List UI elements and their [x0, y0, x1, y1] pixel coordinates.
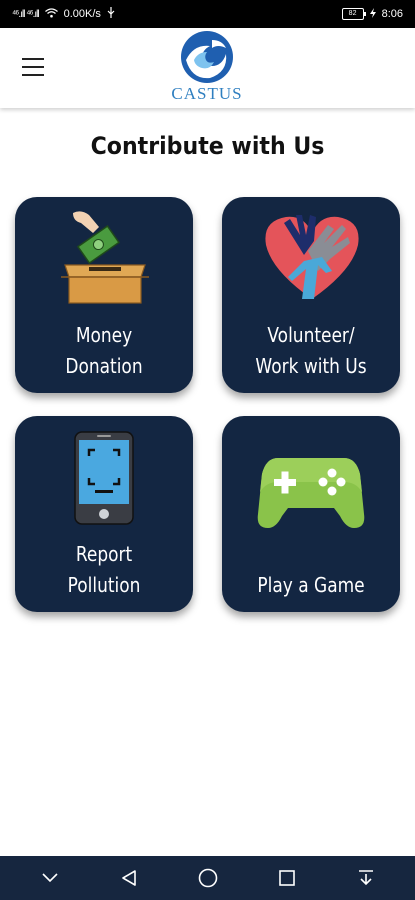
cash-donation-box-icon — [61, 211, 149, 304]
game-label: Play a Game — [257, 573, 365, 597]
volunteer-label-line2: Work with Us — [255, 354, 367, 378]
logo-text: CASTUS — [171, 84, 243, 103]
clock: 8:06 — [381, 8, 403, 20]
wifi-icon — [44, 7, 58, 21]
phone-scan-icon — [74, 431, 134, 525]
money-label-line1: Money — [75, 323, 133, 347]
report-label-line2: Pollution — [67, 573, 141, 597]
report-pollution-card[interactable]: Report Pollution — [15, 416, 193, 612]
hamburger-menu-icon[interactable] — [22, 58, 44, 76]
page-title: Contribute with Us — [90, 132, 325, 160]
volunteer-card[interactable]: Volunteer/ Work with Us — [222, 197, 400, 393]
money-label-line2: Donation — [65, 354, 143, 378]
usb-icon — [107, 7, 115, 21]
heart-hands-icon — [265, 215, 359, 299]
back-icon[interactable] — [114, 863, 144, 893]
home-icon[interactable] — [193, 863, 223, 893]
castus-logo: CASTUS — [167, 30, 247, 106]
volunteer-label-line1: Volunteer/ — [267, 323, 355, 347]
battery-icon: 82 — [341, 8, 366, 20]
status-bar: ⁴⁶.ıll ⁴⁶.ıll 0.00K/s 82 8:06 — [0, 0, 415, 28]
app-bar: CASTUS — [0, 28, 415, 108]
notification-pull-icon[interactable] — [351, 863, 381, 893]
hide-nav-chevron-icon[interactable] — [35, 863, 65, 893]
logo-wave-icon — [181, 31, 233, 83]
charging-icon — [369, 7, 376, 21]
money-donation-card[interactable]: Money Donation — [15, 197, 193, 393]
battery-level: 82 — [348, 10, 357, 17]
gamepad-icon — [257, 458, 365, 528]
report-label-line1: Report — [75, 542, 133, 566]
recents-icon[interactable] — [272, 863, 302, 893]
signal-text: ⁴⁶.ıll ⁴⁶.ıll — [12, 8, 40, 20]
network-speed: 0.00K/s — [63, 8, 101, 20]
system-nav-bar — [0, 856, 415, 900]
play-game-card[interactable]: Play a Game — [222, 416, 400, 612]
